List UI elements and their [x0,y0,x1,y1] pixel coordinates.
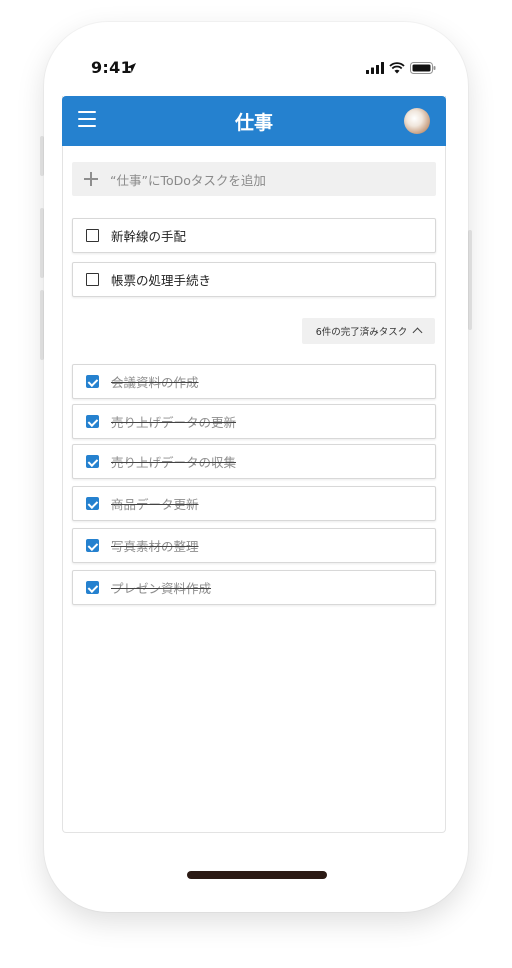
location-arrow-icon [126,63,136,73]
avatar[interactable] [404,108,430,134]
checked-checkbox[interactable] [86,455,99,468]
plus-icon [84,172,98,186]
task-label: プレゼン資料作成 [111,581,212,596]
task-label: 新幹線の手配 [111,229,187,244]
battery-icon [410,62,436,74]
completed-task-item[interactable]: 売り上げデータの更新 [72,404,436,439]
completed-task-item[interactable]: プレゼン資料作成 [72,570,436,605]
task-checkbox[interactable] [86,273,99,286]
app-bar: 仕事 [62,96,446,146]
checked-checkbox[interactable] [86,497,99,510]
add-task-input[interactable]: “仕事”にToDoタスクを追加 [72,162,436,196]
task-label: 売り上げデータの更新 [111,415,237,430]
task-label: 売り上げデータの収集 [111,455,237,470]
wifi-icon [389,62,405,74]
completed-tasks-label: 6件の完了済みタスク [315,327,408,338]
home-indicator[interactable] [187,871,327,879]
power-button [468,230,472,330]
checked-checkbox[interactable] [86,539,99,552]
task-label: 商品データ更新 [111,497,199,512]
task-item[interactable]: 帳票の処理手続き [72,262,436,297]
status-icons [366,61,436,75]
task-label: 帳票の処理手続き [111,273,212,288]
list-title: 仕事 [234,112,273,134]
completed-task-item[interactable]: 売り上げデータの収集 [72,444,436,479]
cellular-signal-icon [366,62,384,74]
completed-tasks-toggle[interactable]: 6件の完了済みタスク [302,318,435,344]
checked-checkbox[interactable] [86,375,99,388]
task-label: 写真素材の整理 [111,539,199,554]
task-checkbox[interactable] [86,229,99,242]
task-label: 会議資料の作成 [111,375,199,390]
task-item[interactable]: 新幹線の手配 [72,218,436,253]
checked-checkbox[interactable] [86,415,99,428]
add-task-placeholder: “仕事”にToDoタスクを追加 [110,172,266,188]
completed-task-item[interactable]: 写真素材の整理 [72,528,436,563]
chevron-up-icon [412,327,423,338]
completed-task-item[interactable]: 商品データ更新 [72,486,436,521]
checked-checkbox[interactable] [86,581,99,594]
completed-task-item[interactable]: 会議資料の作成 [72,364,436,399]
